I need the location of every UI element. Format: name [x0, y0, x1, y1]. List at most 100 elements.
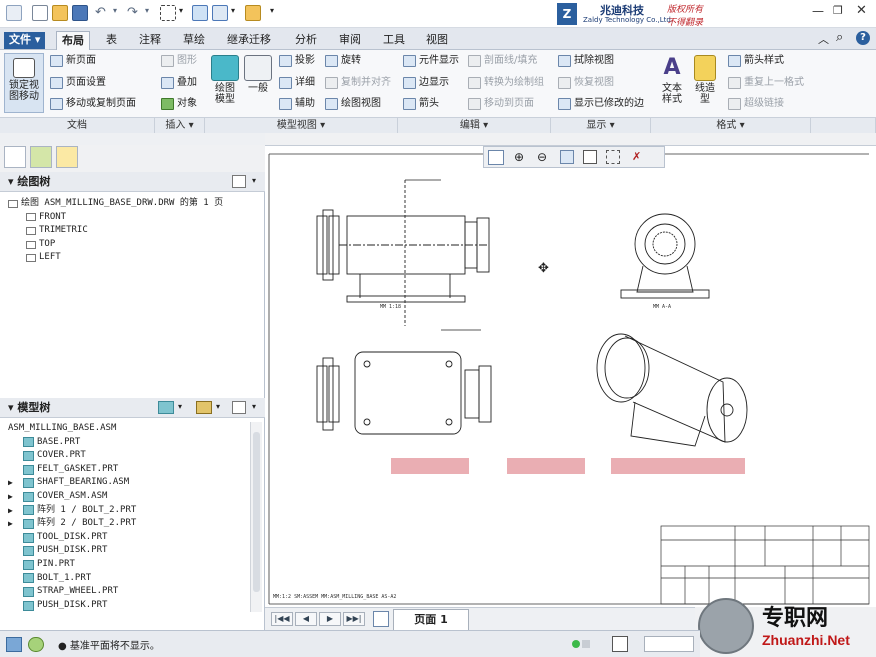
model-tree-item[interactable]: PUSH_DISK.PRT [8, 544, 136, 558]
open-icon[interactable] [52, 5, 68, 21]
next-page-button[interactable]: ▶ [319, 612, 341, 626]
model-tree-display-icon[interactable] [158, 401, 174, 414]
draw-tree-view-trimetric[interactable]: TRIMETRIC [26, 224, 223, 238]
rotate-button[interactable]: 旋转 [325, 54, 361, 67]
model-tree-item[interactable]: ▶ 阵列 2 / BOLT_2.PRT [8, 517, 136, 531]
refit-icon[interactable] [488, 150, 504, 165]
detailed-button[interactable]: 详细 [279, 76, 315, 89]
tab-sketch[interactable]: 草绘 [178, 31, 210, 50]
model-tree-scrollbar[interactable] [250, 422, 262, 612]
tab-review[interactable]: 审阅 [334, 31, 366, 50]
help-icon[interactable]: ? [856, 31, 870, 45]
draw-tree-view-top[interactable]: TOP [26, 238, 223, 252]
graphic-button[interactable]: 图形 [161, 54, 197, 67]
sheet-tab[interactable]: 页面 1 [393, 609, 469, 630]
zoom-out-icon[interactable]: ⊖ [537, 150, 547, 164]
group-display[interactable]: 显示 ▾ [551, 117, 651, 133]
hyperlink-button[interactable]: 超级链接 [728, 97, 784, 110]
selection-filter[interactable] [644, 636, 694, 652]
model-tree-root[interactable]: ASM_MILLING_BASE.ASM [8, 422, 136, 436]
convert-draw-group-button[interactable]: 转换为绘制组 [468, 76, 544, 89]
model-tree-item[interactable]: PUSH_DISK.PRT [8, 599, 136, 613]
model-tree-item[interactable]: FELT_GASKET.PRT [8, 463, 136, 477]
show-modified-edges-button[interactable]: 显示已修改的边 [558, 97, 644, 110]
model-tree-tools-dropdown-icon[interactable]: ▾ [216, 402, 220, 411]
section-line-button[interactable]: 剖面线/填充 [468, 54, 537, 67]
model-tree-display-dropdown-icon[interactable]: ▾ [178, 402, 182, 411]
windows-icon[interactable] [212, 5, 228, 21]
move-to-page-button[interactable]: 移动到页面 [468, 97, 534, 110]
model-tree-item[interactable]: TOOL_DISK.PRT [8, 531, 136, 545]
repeat-format-button[interactable]: 重复上一格式 [728, 76, 804, 89]
model-tree-scroll-thumb[interactable] [253, 432, 260, 592]
select-box-icon[interactable] [160, 5, 176, 21]
restore-icon[interactable]: ❐ [833, 4, 843, 17]
model-tree-item[interactable]: ▶ COVER_ASM.ASM [8, 490, 136, 504]
tab-legacy-migration[interactable]: 继承迁移 [222, 31, 276, 50]
object-button[interactable]: 对象 [161, 97, 197, 110]
general-view-button[interactable]: 一般 [242, 55, 274, 94]
find-icon[interactable] [612, 636, 628, 652]
zoom-in-icon[interactable]: ⊕ [514, 150, 524, 164]
expand-toggle-icon[interactable]: ▶ [8, 490, 20, 504]
model-tree-item[interactable]: ▶ SHAFT_BEARING.ASM [8, 476, 136, 490]
new-sheet-icon[interactable] [373, 611, 389, 627]
undo-dropdown-icon[interactable]: ▾ [113, 6, 117, 15]
drawing-model-button[interactable]: 绘图 模型 [208, 55, 242, 105]
arrow-style-button[interactable]: 箭头样式 [728, 54, 784, 67]
draw-tree-settings-icon[interactable] [232, 175, 246, 188]
tab-file[interactable]: 文件 ▾ [4, 32, 46, 49]
redo-dropdown-icon[interactable]: ▾ [145, 6, 149, 15]
element-display-button[interactable]: 元件显示 [403, 54, 459, 67]
group-edit[interactable]: 编辑 ▾ [398, 117, 551, 133]
last-page-button[interactable]: ▶▶| [343, 612, 365, 626]
minimize-icon[interactable]: — [812, 4, 824, 18]
close-window-icon[interactable] [245, 5, 261, 21]
tab-analysis[interactable]: 分析 [290, 31, 322, 50]
search-icon[interactable]: ⌕ [836, 30, 843, 45]
arrow-button[interactable]: 箭头 [403, 97, 439, 110]
group-format[interactable]: 格式 ▾ [651, 117, 811, 133]
draw-tree-settings-dropdown-icon[interactable]: ▾ [252, 176, 256, 185]
draw-tree-root[interactable]: 绘图 ASM_MILLING_BASE_DRW.DRW 的第 1 页 [8, 197, 223, 211]
browser-icon[interactable] [28, 637, 44, 652]
redo-icon[interactable]: ↷ [127, 5, 138, 20]
expand-toggle-icon[interactable]: ▶ [8, 504, 20, 518]
model-tree-tools-icon[interactable] [196, 401, 212, 414]
regenerate-icon[interactable] [192, 5, 208, 21]
undo-icon[interactable]: ↶ [95, 5, 106, 20]
restore-view-button[interactable]: 恢复视图 [558, 76, 614, 89]
expand-toggle-icon[interactable]: ▶ [8, 517, 20, 531]
tab-view[interactable]: 视图 [421, 31, 453, 50]
windows-dropdown-icon[interactable]: ▾ [231, 6, 235, 15]
drawing-view-button[interactable]: 绘图视图 [325, 97, 381, 110]
customize-icon[interactable]: ▾ [270, 6, 274, 15]
first-page-button[interactable]: |◀◀ [271, 612, 293, 626]
model-tree-item[interactable]: STRAP_WHEEL.PRT [8, 585, 136, 599]
favorites-tab-icon[interactable] [56, 146, 78, 168]
expand-toggle-icon[interactable]: ▶ [8, 476, 20, 490]
folder-browser-tab-icon[interactable] [30, 146, 52, 168]
model-tree-tab-icon[interactable] [4, 146, 26, 168]
prev-page-button[interactable]: ◀ [295, 612, 317, 626]
save-icon[interactable] [72, 5, 88, 21]
select-dropdown-icon[interactable]: ▾ [179, 6, 183, 15]
tab-annotate[interactable]: 注释 [134, 31, 166, 50]
line-style-button[interactable]: 线造 型 [690, 55, 720, 105]
edge-display-button[interactable]: 边显示 [403, 76, 449, 89]
model-tree-item[interactable]: BASE.PRT [8, 436, 136, 450]
display-style-icon[interactable] [583, 150, 597, 164]
group-model-view[interactable]: 模型视图 ▾ [205, 117, 398, 133]
model-tree-settings-dropdown-icon[interactable]: ▾ [252, 402, 256, 411]
move-copy-page-button[interactable]: 移动或复制页面 [50, 97, 136, 110]
collapse-ribbon-icon[interactable]: ︿ [818, 31, 829, 47]
toggle-navigator-icon[interactable] [6, 637, 22, 652]
model-tree-item[interactable]: PIN.PRT [8, 558, 136, 572]
model-tree-item[interactable]: COVER.PRT [8, 449, 136, 463]
annotation-display-icon[interactable]: ✗ [632, 150, 641, 163]
model-tree-item[interactable]: ▶ 阵列 1 / BOLT_2.PRT [8, 504, 136, 518]
overlay-button[interactable]: 叠加 [161, 76, 197, 89]
tab-table[interactable]: 表 [101, 31, 122, 50]
page-setup-button[interactable]: 页面设置 [50, 76, 106, 89]
tab-tools[interactable]: 工具 [378, 31, 410, 50]
